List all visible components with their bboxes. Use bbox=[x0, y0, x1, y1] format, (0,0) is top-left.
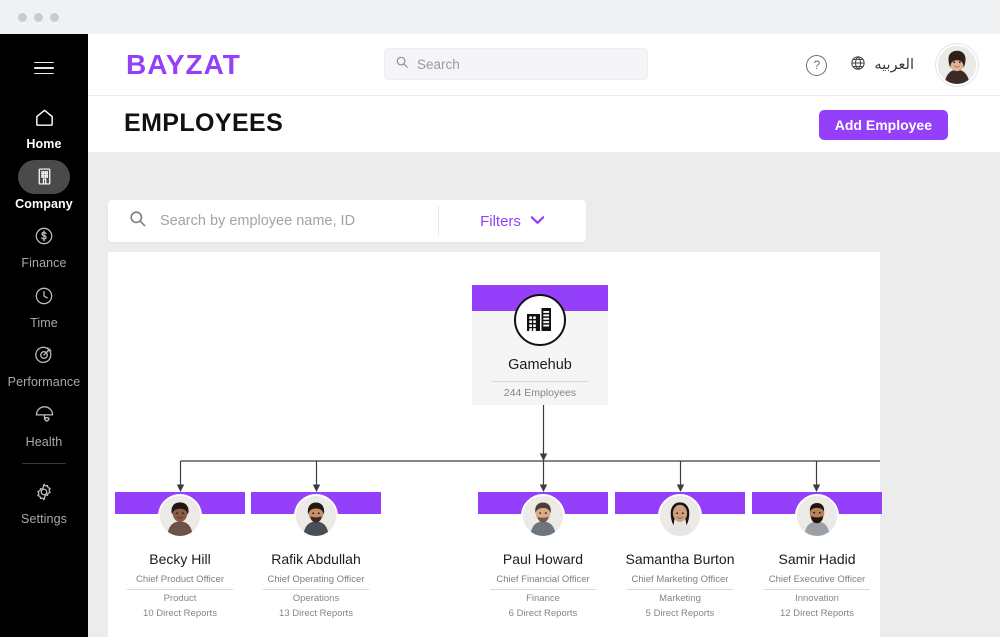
org-root-card[interactable]: Gamehub 244 Employees bbox=[472, 285, 608, 405]
employee-card-rule bbox=[263, 589, 369, 590]
sidebar-item-time[interactable]: Time bbox=[0, 279, 88, 330]
org-employee-card[interactable]: Paul Howard Chief Financial Officer Fina… bbox=[478, 492, 608, 619]
umbrella-heart-icon bbox=[18, 398, 70, 432]
sidebar-item-settings[interactable]: Settings bbox=[0, 475, 88, 526]
target-icon bbox=[18, 338, 70, 372]
maximize-dot[interactable] bbox=[50, 12, 59, 22]
employee-name: Samir Hadid bbox=[778, 551, 856, 567]
employee-title: Chief Product Officer bbox=[135, 574, 224, 585]
top-header: BAYZAT Search ? العربيه bbox=[88, 34, 1000, 96]
sidebar-item-label: Performance bbox=[7, 375, 81, 389]
employee-card-rule bbox=[627, 589, 733, 590]
employee-search-placeholder: Search by employee name, ID bbox=[160, 213, 356, 229]
employee-title: Chief Executive Officer bbox=[768, 574, 866, 585]
org-employee-card[interactable]: Samir Hadid Chief Executive Officer Inno… bbox=[752, 492, 882, 619]
page-title: EMPLOYEES bbox=[124, 109, 284, 137]
header-actions: ? العربيه bbox=[806, 34, 978, 96]
employee-name: Rafik Abdullah bbox=[271, 551, 361, 567]
language-switcher[interactable]: العربيه bbox=[849, 54, 914, 77]
avatar bbox=[521, 494, 565, 538]
sidebar-item-company[interactable]: Company bbox=[0, 159, 88, 211]
globe-icon bbox=[849, 54, 867, 77]
global-search-placeholder: Search bbox=[417, 56, 460, 72]
hamburger-icon[interactable] bbox=[24, 48, 64, 88]
root-card-meta: 244 Employees bbox=[503, 387, 577, 399]
language-label: العربيه bbox=[874, 57, 914, 73]
building-icon bbox=[18, 159, 70, 194]
dollar-circle-icon bbox=[18, 219, 70, 253]
employee-title: Chief Financial Officer bbox=[496, 574, 590, 585]
employee-department: Product bbox=[163, 593, 197, 604]
sidebar-item-label: Health bbox=[25, 434, 63, 449]
bayzat-logo[interactable]: BAYZAT bbox=[126, 50, 241, 79]
sidebar-divider bbox=[22, 463, 66, 464]
sidebar-item-label: Company bbox=[15, 196, 73, 211]
filters-label: Filters bbox=[480, 212, 521, 230]
home-icon bbox=[18, 100, 70, 134]
app-window: Home Company Finance Time Performance He… bbox=[0, 0, 1000, 640]
employee-reports: 13 Direct Reports bbox=[279, 608, 353, 619]
employee-card-rule bbox=[490, 589, 596, 590]
employee-reports: 12 Direct Reports bbox=[780, 608, 854, 619]
org-employee-card[interactable]: Rafik Abdullah Chief Operating Officer O… bbox=[251, 492, 381, 619]
filter-bar: Search by employee name, ID Filters bbox=[108, 200, 586, 242]
employee-reports: 10 Direct Reports bbox=[143, 608, 217, 619]
close-dot[interactable] bbox=[18, 12, 27, 22]
avatar bbox=[158, 494, 202, 538]
chevron-down-icon bbox=[530, 212, 545, 230]
org-employee-card[interactable]: Becky Hill Chief Product Officer Product… bbox=[115, 492, 245, 619]
org-employee-card[interactable]: Samantha Burton Chief Marketing Officer … bbox=[615, 492, 745, 619]
gear-icon bbox=[18, 475, 70, 509]
employee-department: Marketing bbox=[659, 593, 701, 604]
avatar[interactable] bbox=[936, 44, 978, 86]
employee-reports: 6 Direct Reports bbox=[508, 608, 578, 619]
sidebar-item-home[interactable]: Home bbox=[0, 100, 88, 151]
root-card-name: Gamehub bbox=[508, 357, 572, 373]
question-circle-icon[interactable]: ? bbox=[806, 54, 828, 76]
sidebar-item-performance[interactable]: Performance bbox=[0, 338, 88, 389]
sidebar: Home Company Finance Time Performance He… bbox=[0, 34, 88, 637]
employee-name: Becky Hill bbox=[149, 551, 211, 567]
window-titlebar bbox=[0, 0, 1000, 34]
sidebar-item-label: Time bbox=[30, 315, 58, 330]
employee-reports: 5 Direct Reports bbox=[645, 608, 715, 619]
search-icon bbox=[128, 209, 147, 233]
sidebar-item-finance[interactable]: Finance bbox=[0, 219, 88, 270]
employee-search-input[interactable]: Search by employee name, ID bbox=[108, 200, 438, 242]
employee-name: Samantha Burton bbox=[625, 551, 735, 567]
avatar bbox=[658, 494, 702, 538]
sidebar-item-label: Home bbox=[26, 137, 62, 151]
building-circle-icon bbox=[514, 294, 566, 346]
add-employee-button[interactable]: Add Employee bbox=[818, 110, 948, 140]
employee-card-rule bbox=[764, 589, 870, 590]
global-search-input[interactable]: Search bbox=[384, 48, 648, 80]
sidebar-item-label: Finance bbox=[21, 256, 67, 270]
org-chart: Gamehub 244 Employees Becky Hill Chief P… bbox=[108, 252, 882, 640]
avatar bbox=[795, 494, 839, 538]
sidebar-item-label: Settings bbox=[21, 512, 67, 526]
employee-department: Finance bbox=[526, 593, 560, 604]
clock-icon bbox=[18, 279, 70, 313]
employee-department: Operations bbox=[292, 593, 340, 604]
employee-name: Paul Howard bbox=[502, 551, 584, 567]
employee-card-rule bbox=[127, 589, 233, 590]
employee-department: Innovation bbox=[795, 593, 839, 604]
root-card-rule bbox=[492, 381, 588, 382]
employee-title: Chief Marketing Officer bbox=[631, 574, 729, 585]
sidebar-item-health[interactable]: Health bbox=[0, 398, 88, 449]
org-chart-panel: Gamehub 244 Employees Becky Hill Chief P… bbox=[108, 252, 882, 640]
page-header: EMPLOYEES Add Employee bbox=[88, 96, 1000, 152]
avatar bbox=[294, 494, 338, 538]
filters-button[interactable]: Filters bbox=[439, 200, 586, 242]
search-icon bbox=[395, 55, 409, 74]
app-body: Home Company Finance Time Performance He… bbox=[0, 34, 1000, 640]
employee-title: Chief Operating Officer bbox=[267, 574, 365, 585]
minimize-dot[interactable] bbox=[34, 12, 43, 22]
